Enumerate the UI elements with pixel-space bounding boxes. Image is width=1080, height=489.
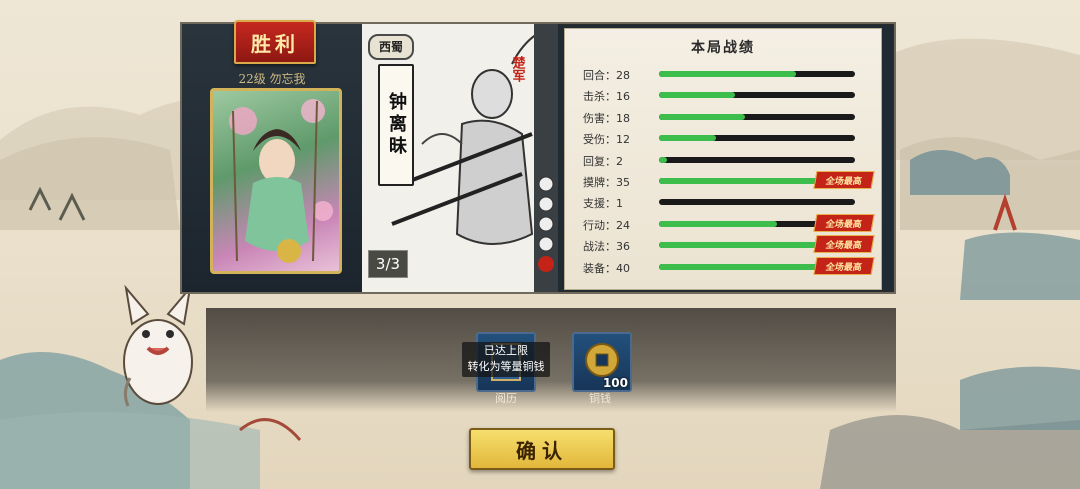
stat-bar (659, 199, 855, 206)
stat-bar-fill (659, 220, 777, 227)
stat-label: 战法：36 (583, 240, 630, 254)
stat-label: 摸牌：35 (583, 176, 630, 189)
coin-reward-icon[interactable]: 100 (572, 332, 632, 392)
stat-row: 击杀：16 (583, 86, 873, 106)
side-badge: 楚军 (509, 56, 525, 82)
stats-title: 本局战绩 (691, 40, 755, 56)
player-level-name: 22级 勿忘我 (238, 72, 306, 86)
stat-bar-fill (659, 135, 716, 142)
mvp-badge: 全场最高 (813, 171, 875, 189)
faction-badge: 西蜀 (368, 34, 414, 60)
experience-limit-tip: 已达上限 转化为等量铜钱 (462, 342, 550, 377)
stat-row: 战法：36 全场最高 (583, 235, 875, 256)
victory-banner: 胜利 (234, 20, 316, 64)
experience-label: 阅历 (495, 392, 517, 405)
stat-bar-fill (659, 113, 746, 120)
stat-label: 装备：40 (583, 261, 630, 275)
stat-bar (659, 71, 855, 77)
stat-row: 摸牌：35 全场最高 (583, 171, 875, 192)
avatar-illustration (229, 99, 333, 263)
mvp-badge: 全场最高 (813, 213, 875, 232)
stat-bar-fill (659, 242, 836, 249)
stat-label: 伤害：18 (583, 111, 630, 125)
confirm-button[interactable]: 确认 (469, 428, 615, 470)
stat-bar-fill (659, 71, 797, 77)
mvp-badge: 全场最高 (813, 235, 875, 254)
mvp-badge: 全场最高 (813, 256, 875, 275)
general-name: 钟离昧 (386, 92, 407, 158)
general-name-plate: 钟离昧 (378, 64, 414, 186)
stat-bar (659, 92, 855, 99)
stat-row: 回合：28 (583, 65, 873, 85)
player-column: 胜利 22级 勿忘我 (182, 20, 362, 292)
stat-bar-fill (659, 178, 832, 184)
stat-bar (659, 135, 855, 142)
stat-label: 回合：28 (583, 69, 630, 82)
reward-area (206, 308, 896, 412)
battle-result-panel: 胜利 22级 勿忘我 西蜀 钟离昧 楚军 3/3 本局战绩 回合：28 击杀：1… (180, 20, 896, 294)
stat-bar-fill (659, 156, 667, 163)
stat-row: 行动：24 全场最高 (583, 213, 875, 235)
stat-row: 伤害：18 (583, 108, 873, 128)
stat-row: 回复：2 (583, 151, 873, 171)
stats-card: 本局战绩 回合：28 击杀：16 伤害：18 受伤：12 回复：2 摸牌：35 全场最高 支援… (564, 28, 882, 290)
general-card: 西蜀 钟离昧 楚军 3/3 (362, 24, 558, 292)
stat-label: 击杀：16 (583, 90, 630, 104)
coin-label: 铜钱 (589, 392, 611, 405)
stat-row: 装备：40 全场最高 (583, 256, 875, 278)
stat-bar (659, 156, 855, 163)
stat-label: 支援：1 (583, 197, 623, 211)
cat-mascot (123, 284, 193, 407)
stat-label: 行动：24 (583, 218, 630, 232)
stat-label: 受伤：12 (583, 133, 630, 147)
stat-bar (659, 113, 855, 120)
player-avatar (210, 88, 342, 274)
card-count: 3/3 (368, 250, 408, 278)
stat-row: 受伤：12 (583, 129, 873, 149)
stat-row: 支援：1 (583, 193, 873, 213)
stat-label: 回复：2 (583, 154, 623, 168)
coin-amount: 100 (602, 376, 628, 390)
stat-bar-fill (659, 92, 736, 99)
